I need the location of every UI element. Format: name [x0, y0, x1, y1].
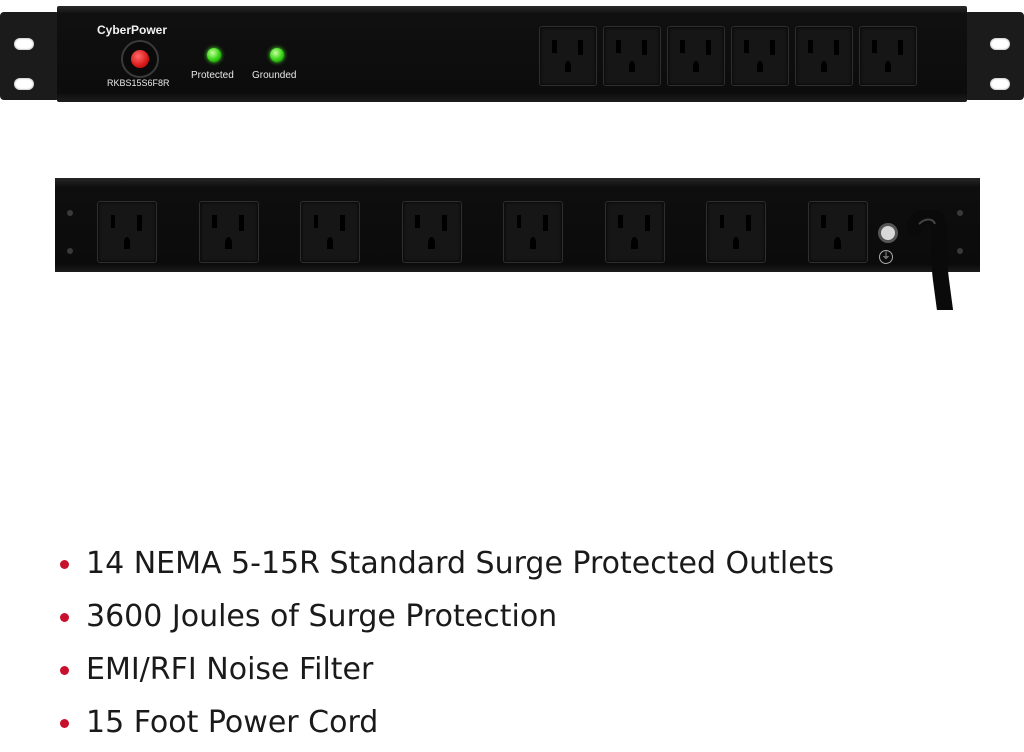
grounded-label: Grounded — [252, 70, 297, 81]
feature-list: 14 NEMA 5-15R Standard Surge Protected O… — [60, 540, 834, 752]
mounting-hole — [14, 78, 34, 90]
mounting-hole — [990, 78, 1010, 90]
screw — [67, 210, 73, 216]
ground-symbol-icon: ⏚ — [879, 250, 893, 264]
left-mounting-ear — [0, 12, 60, 100]
nema-outlet — [604, 201, 665, 263]
feature-text: 14 NEMA 5-15R Standard Surge Protected O… — [86, 546, 835, 581]
nema-outlet — [300, 201, 360, 263]
nema-outlet — [503, 201, 563, 263]
nema-outlet — [198, 201, 259, 263]
bullet-icon — [60, 719, 69, 728]
ground-post — [878, 223, 898, 243]
protected-led — [207, 48, 221, 62]
power-button-light — [131, 50, 149, 68]
mounting-hole — [990, 38, 1010, 50]
nema-outlet — [401, 201, 462, 263]
bullet-icon — [60, 613, 69, 622]
feature-item: 14 NEMA 5-15R Standard Surge Protected O… — [60, 540, 834, 593]
feature-text: 3600 Joules of Surge Protection — [86, 599, 558, 634]
power-cord — [907, 210, 953, 310]
model-number: RKBS15S6F8R — [107, 78, 170, 88]
bullet-icon — [60, 666, 69, 675]
rear-panel: ⏚ — [55, 178, 980, 272]
feature-item: 15 Foot Power Cord — [60, 699, 834, 752]
power-button[interactable] — [121, 40, 159, 78]
brand-logo: CyberPower — [97, 23, 168, 37]
right-mounting-ear — [964, 12, 1024, 100]
bullet-icon — [60, 560, 69, 569]
nema-outlet — [795, 26, 853, 86]
feature-item: EMI/RFI Noise Filter — [60, 646, 834, 699]
grounded-led — [270, 48, 284, 62]
nema-outlet — [731, 26, 789, 86]
protected-label: Protected — [191, 70, 234, 81]
nema-outlet — [859, 26, 917, 86]
nema-outlet — [539, 26, 597, 86]
nema-outlet — [97, 201, 157, 263]
nema-outlet — [706, 201, 766, 263]
nema-outlet — [603, 26, 661, 86]
nema-outlet — [667, 26, 725, 86]
nema-outlet — [807, 201, 868, 263]
mounting-hole — [14, 38, 34, 50]
front-panel: CyberPower RKBS15S6F8R Protected Grounde… — [57, 6, 967, 102]
feature-text: EMI/RFI Noise Filter — [86, 652, 374, 687]
screw — [67, 248, 73, 254]
feature-text: 15 Foot Power Cord — [86, 705, 379, 740]
feature-item: 3600 Joules of Surge Protection — [60, 593, 834, 646]
